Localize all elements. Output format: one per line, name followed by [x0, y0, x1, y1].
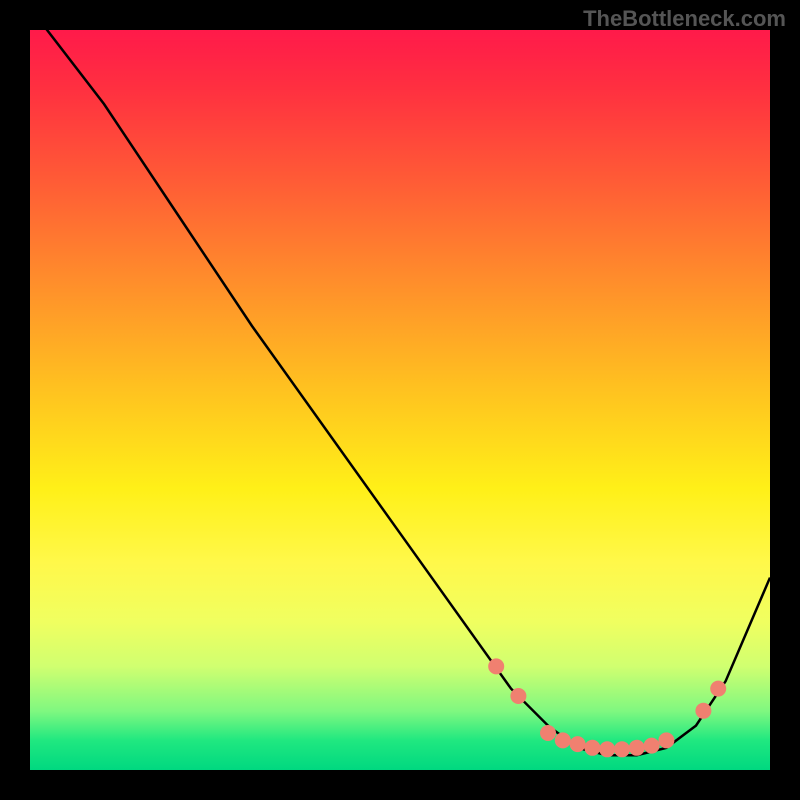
marker-dot [488, 658, 504, 674]
chart-plot-area [30, 30, 770, 770]
chart-svg [30, 30, 770, 770]
marker-dot [510, 688, 526, 704]
marker-dot [644, 738, 660, 754]
marker-dot [710, 681, 726, 697]
marker-group [488, 658, 726, 757]
marker-dot [555, 732, 571, 748]
watermark-text: TheBottleneck.com [583, 6, 786, 32]
marker-dot [570, 736, 586, 752]
marker-dot [599, 741, 615, 757]
marker-dot [695, 703, 711, 719]
marker-dot [584, 740, 600, 756]
marker-dot [658, 732, 674, 748]
chart-curve-path [30, 30, 770, 755]
marker-dot [614, 741, 630, 757]
marker-dot [629, 740, 645, 756]
marker-dot [540, 725, 556, 741]
